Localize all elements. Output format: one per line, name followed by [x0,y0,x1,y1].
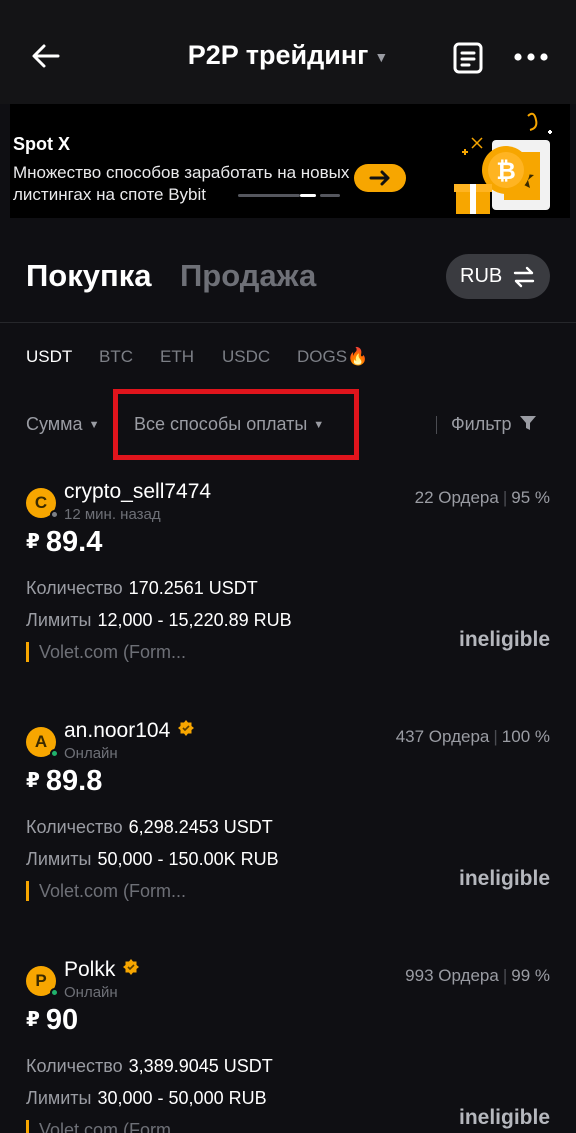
bitcoin-gift-illustration: ₿ [454,112,552,214]
quantity-row: Количество 6,298.2453 USDT [26,817,273,838]
coin-tab-btc[interactable]: BTC [99,347,133,367]
completion-rate: 99 % [511,966,550,985]
ineligible-label: ineligible [458,1106,550,1129]
promo-banner[interactable]: Spot X Множество способов заработать на … [10,104,570,218]
price-value: 90 [45,1004,79,1036]
completion-rate: 95 % [511,488,550,507]
coin-tab-usdc[interactable]: USDC [222,347,270,367]
banner-arrow-button[interactable] [354,164,406,192]
arrow-right-icon [369,170,390,186]
price-value: 89.4 [45,526,103,558]
tab-sell[interactable]: Продажа [180,258,316,294]
divider [436,416,437,434]
limits-label: Лимиты [26,1088,92,1108]
ad-price: ₽89.8 [26,765,102,798]
quantity-label: Количество [26,1056,123,1076]
merchant-name[interactable]: Polkk [64,958,140,982]
coin-tab-dogs-label: DOGS [297,347,348,366]
quantity-value: 6,298.2453 USDT [128,817,273,837]
limits-row: Лимиты 50,000 - 150.00K RUB [26,849,279,870]
filter-button-label: Фильтр [451,414,512,434]
quantity-value: 3,389.9045 USDT [128,1056,273,1076]
trade-side-tabs: Покупка Продажа RUB [0,218,576,323]
limits-value: 30,000 - 50,000 RUB [97,1088,267,1108]
page-title-text: P2P трейдинг [187,40,369,70]
order-count: 22 Ордера [414,488,499,507]
highlight-box [113,389,359,460]
limits-value: 12,000 - 15,220.89 RUB [97,610,292,630]
orders-list-icon[interactable] [452,42,484,74]
funnel-icon [520,416,537,430]
ad-card[interactable]: P Polkk Онлайн 993 Ордера | 99 % ₽90 Колич… [0,958,576,1133]
chevron-down-icon: ▼ [88,419,100,431]
merchant-status: 12 мин. назад [64,506,161,523]
banner-pagination [238,194,340,198]
completion-rate: 100 % [501,727,550,746]
swap-arrows-icon [513,266,535,288]
ad-card[interactable]: C crypto_sell7474 12 мин. назад 22 Ордер… [0,480,576,700]
ruble-sign: ₽ [26,531,40,553]
limits-label: Лимиты [26,610,92,630]
merchant-stats: 22 Ордера | 95 % [414,488,550,507]
merchant-name-text: crypto_sell7474 [64,480,212,503]
payment-method: Volet.com (Form... [26,881,186,901]
top-bar: P2P трейдинг ▼ [0,0,576,104]
order-count: 437 Ордера [395,727,490,746]
svg-text:₿: ₿ [496,158,516,185]
fire-icon: 🔥 [347,347,369,366]
coin-tab-dogs[interactable]: DOGS🔥 [297,347,368,367]
ad-card[interactable]: A an.noor104 Онлайн 437 Ордера | 100 % ₽89… [0,719,576,939]
merchant-stats: 993 Ордера | 99 % [405,966,550,985]
ruble-sign: ₽ [26,770,40,792]
status-dot [50,749,59,758]
tab-buy[interactable]: Покупка [26,258,151,294]
merchant-stats: 437 Ордера | 100 % [395,727,550,746]
chevron-down-icon: ▼ [374,48,389,65]
limits-label: Лимиты [26,849,92,869]
merchant-status: Онлайн [64,745,118,762]
status-dot [50,510,59,519]
limits-row: Лимиты 12,000 - 15,220.89 RUB [26,610,292,631]
merchant-name-text: Polkk [64,958,116,981]
quantity-row: Количество 3,389.9045 USDT [26,1056,273,1077]
limits-value: 50,000 - 150.00K RUB [97,849,279,869]
filter-button[interactable]: Фильтр [451,414,537,435]
verified-badge-icon [123,959,140,975]
page-title[interactable]: P2P трейдинг ▼ [0,40,576,71]
banner-title: Spot X [13,134,70,154]
limits-row: Лимиты 30,000 - 50,000 RUB [26,1088,267,1109]
coin-tab-usdt[interactable]: USDT [26,347,72,367]
fiat-currency-label: RUB [460,265,503,287]
quantity-value: 170.2561 USDT [128,578,258,598]
verified-badge-icon [178,720,195,736]
quantity-label: Количество [26,578,123,598]
more-dots-icon[interactable] [512,48,550,66]
quantity-label: Количество [26,817,123,837]
merchant-name-text: an.noor104 [64,719,171,742]
price-value: 89.8 [45,765,103,797]
ruble-sign: ₽ [26,1009,40,1031]
merchant-name[interactable]: crypto_sell7474 [64,480,211,504]
merchant-status: Онлайн [64,984,118,1001]
amount-filter-label: Сумма [26,414,83,434]
quantity-row: Количество 170.2561 USDT [26,578,258,599]
banner-text: Множество способов заработать на новых л… [13,163,350,204]
ad-price: ₽89.4 [26,526,102,559]
payment-method: Volet.com (Form... [26,1120,186,1133]
amount-filter[interactable]: Сумма ▼ [26,414,99,435]
order-count: 993 Ордера [405,966,499,985]
ad-price: ₽90 [26,1004,78,1037]
ineligible-label: ineligible [458,867,550,890]
payment-method: Volet.com (Form... [26,642,186,662]
ineligible-label: ineligible [458,628,550,651]
status-dot [50,988,59,997]
fiat-currency-button[interactable]: RUB [446,254,550,299]
merchant-name[interactable]: an.noor104 [64,719,195,743]
coin-tab-eth[interactable]: ETH [160,347,194,367]
